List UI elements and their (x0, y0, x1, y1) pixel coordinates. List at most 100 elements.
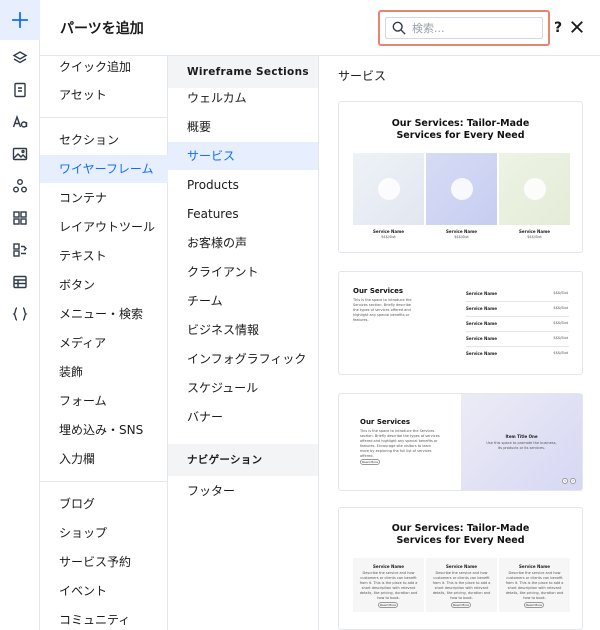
subcategory-infographic[interactable]: インフォグラフィック (168, 345, 318, 373)
service-price: $$$/Slot (553, 336, 568, 340)
service-name: Service Name (519, 564, 550, 569)
subcategory-footer[interactable]: フッター (168, 477, 318, 505)
service-image (426, 153, 497, 225)
help-button[interactable]: ? (554, 20, 562, 36)
subcategory-schedule[interactable]: スケジュール (168, 374, 318, 402)
service-name: Service Name (446, 564, 477, 569)
table-divider (466, 331, 569, 332)
card-heading: Our Services: Tailor-Made (391, 118, 530, 129)
category-text[interactable]: テキスト (40, 242, 168, 270)
subcategory-welcome[interactable]: ウェルカム (168, 84, 318, 112)
service-price: $$$/Slot (454, 235, 469, 239)
category-sections[interactable]: セクション (40, 126, 168, 154)
search-field (385, 17, 543, 39)
category-bookings[interactable]: サービス予約 (40, 548, 168, 576)
subcategory-testimonials[interactable]: お客様の声 (168, 229, 318, 257)
category-community[interactable]: コミュニティ (40, 606, 168, 630)
plus-icon (12, 12, 28, 28)
table-divider (466, 301, 569, 302)
category-store[interactable]: ショップ (40, 519, 168, 547)
panel-title: パーツを追加 (60, 21, 144, 37)
add-elements-button[interactable] (0, 0, 40, 40)
preview-pane: サービス Our Services: Tailor-Made Services … (320, 56, 600, 630)
item-image: Item Title One Use this space to promote… (461, 394, 582, 490)
add-elements-panel: パーツを追加 ? クイック追加 アセット セクション ワイヤーフレーム コンテナ… (0, 0, 600, 630)
subcategory-features[interactable]: Features (168, 200, 318, 228)
subcategory-services[interactable]: サービス (168, 142, 318, 170)
service-price: $$$/Slot (553, 306, 568, 310)
left-toolbar (0, 0, 40, 630)
category-forms[interactable]: フォーム (40, 387, 168, 415)
service-name: Service Name (446, 229, 477, 234)
category-decorative[interactable]: 装飾 (40, 358, 168, 386)
service-name: Service Name (466, 351, 497, 356)
read-more-button: Read More (451, 602, 471, 608)
category-containers[interactable]: コンテナ (40, 184, 168, 212)
code-button[interactable] (8, 302, 32, 326)
search-icon (392, 21, 406, 35)
section-preview-card[interactable]: Our Services: Tailor-Made Services for E… (338, 101, 583, 253)
service-name: Service Name (519, 229, 550, 234)
apps-icon (13, 179, 27, 193)
close-button[interactable] (570, 19, 586, 35)
section-preview-card[interactable]: Our Services: Tailor-Made Services for E… (338, 507, 583, 630)
page-icon (14, 82, 26, 98)
service-price: $$$/Slot (381, 235, 396, 239)
category-blog[interactable]: ブログ (40, 490, 168, 518)
media-button[interactable] (8, 142, 32, 166)
section-preview-card[interactable]: Our Services This is the space to introd… (338, 271, 583, 375)
business-button[interactable] (8, 206, 32, 230)
search-input[interactable] (412, 21, 532, 35)
category-embed-social[interactable]: 埋め込み・SNS (40, 416, 168, 444)
item-description: Use this space to promote the business, … (486, 441, 557, 450)
read-more-button: Read More (360, 459, 380, 465)
service-box: Service Name Describe the service and ho… (499, 558, 570, 612)
section-preview-card[interactable]: Our Services This is the space to introd… (338, 393, 583, 491)
subcategory-clients[interactable]: クライアント (168, 258, 318, 286)
category-buttons[interactable]: ボタン (40, 271, 168, 299)
next-arrow: › (570, 478, 576, 484)
layers-icon (12, 51, 28, 64)
card-heading: Our Services (360, 418, 411, 426)
category-input[interactable]: 入力欄 (40, 445, 168, 473)
service-description: Describe the service and how customers o… (359, 571, 418, 600)
service-name: Service Name (466, 321, 497, 326)
market-button[interactable] (8, 238, 32, 262)
subcategory-team[interactable]: チーム (168, 287, 318, 315)
text-icon (12, 114, 28, 128)
category-wireframes[interactable]: ワイヤーフレーム (40, 155, 168, 183)
card-description: This is the space to introduce the Servi… (360, 429, 440, 458)
category-layout-tools[interactable]: レイアウトツール (40, 213, 168, 241)
apps-button[interactable] (8, 174, 32, 198)
service-box: Service Name Describe the service and ho… (426, 558, 497, 612)
component-icon (13, 243, 27, 257)
subcategory-banner[interactable]: バナー (168, 403, 318, 431)
card-heading: Services for Every Need (396, 535, 525, 546)
category-media[interactable]: メディア (40, 329, 168, 357)
search-box (378, 10, 550, 46)
design-button[interactable] (8, 110, 32, 134)
panel-header: パーツを追加 ? (40, 0, 600, 56)
subcategory-products[interactable]: Products (168, 171, 318, 199)
layers-button[interactable] (8, 46, 32, 70)
category-menu-search[interactable]: メニュー・検索 (40, 300, 168, 328)
category-events[interactable]: イベント (40, 577, 168, 605)
service-price: $$$/Slot (553, 351, 568, 355)
service-price: $$$/Slot (527, 235, 542, 239)
service-name: Service Name (466, 336, 497, 341)
service-image (499, 153, 570, 225)
service-box: Service Name Describe the service and ho… (353, 558, 424, 612)
table-icon (13, 275, 27, 289)
category-quick-add[interactable]: クイック追加 (40, 53, 168, 81)
subcategory-heading: ナビゲーション (168, 444, 318, 476)
subcategory-business-info[interactable]: ビジネス情報 (168, 316, 318, 344)
subcategory-about[interactable]: 概要 (168, 113, 318, 141)
category-assets[interactable]: アセット (40, 81, 168, 109)
image-placeholder (523, 178, 546, 200)
pages-button[interactable] (8, 78, 32, 102)
cms-button[interactable] (8, 270, 32, 294)
grid-icon (13, 211, 27, 225)
read-more-button: Read More (378, 602, 398, 608)
image-placeholder (450, 178, 473, 200)
close-icon (571, 21, 583, 33)
